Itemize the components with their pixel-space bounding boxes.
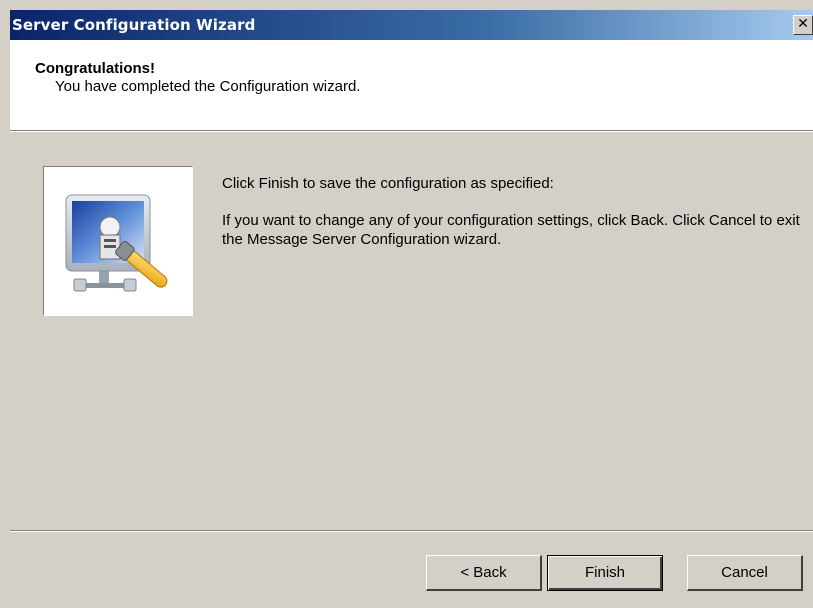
wizard-window: Server Configuration Wizard ✕ Congratula… xyxy=(0,0,813,608)
footer-divider xyxy=(10,530,813,532)
close-icon: ✕ xyxy=(797,16,809,32)
close-button[interactable]: ✕ xyxy=(793,15,813,35)
server-config-icon xyxy=(65,194,168,292)
header-subheading: You have completed the Configuration wiz… xyxy=(55,78,361,95)
cancel-button[interactable]: Cancel xyxy=(687,555,803,591)
wizard-body: Click Finish to save the configuration a… xyxy=(10,132,813,530)
finish-button[interactable]: Finish xyxy=(547,555,663,591)
back-cancel-instruction: If you want to change any of your config… xyxy=(222,212,800,248)
header-heading: Congratulations! xyxy=(35,60,155,77)
back-button[interactable]: < Back xyxy=(426,555,542,591)
finish-instruction: Click Finish to save the configuration a… xyxy=(222,175,554,192)
wizard-header: Congratulations! You have completed the … xyxy=(10,40,813,130)
wizard-image xyxy=(43,166,193,316)
window-title: Server Configuration Wizard xyxy=(12,16,256,34)
title-bar[interactable]: Server Configuration Wizard ✕ xyxy=(10,10,813,40)
